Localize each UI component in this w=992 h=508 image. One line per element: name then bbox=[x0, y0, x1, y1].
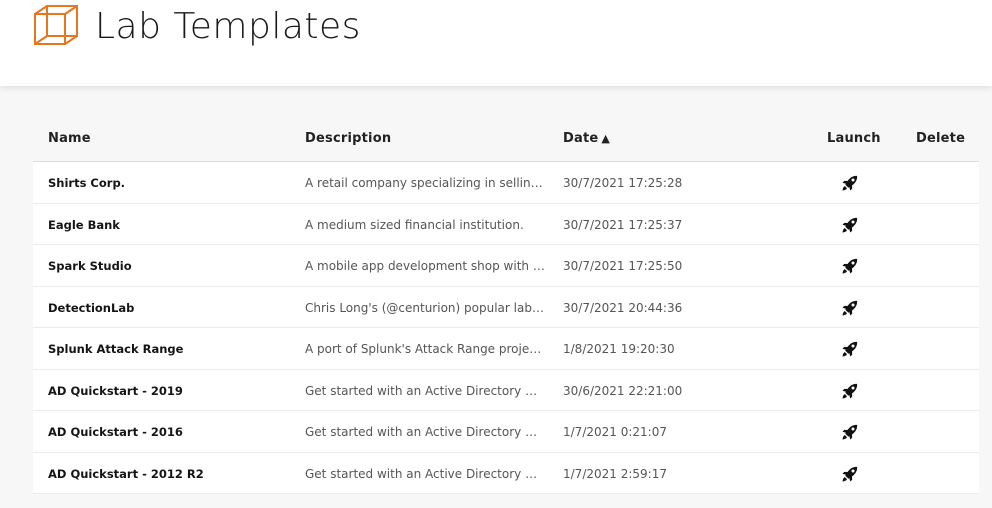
template-description: Chris Long's (@centurion) popular lab fo… bbox=[305, 300, 545, 315]
template-name[interactable]: DetectionLab bbox=[48, 301, 134, 315]
table-row: Shirts Corp. A retail company specializi… bbox=[33, 162, 979, 204]
rocket-icon[interactable] bbox=[841, 382, 859, 400]
rocket-icon[interactable] bbox=[841, 299, 859, 317]
page-header: Lab Templates bbox=[0, 0, 992, 86]
template-date: 30/7/2021 17:25:28 bbox=[563, 176, 683, 190]
column-header-description[interactable]: Description bbox=[305, 131, 391, 146]
rocket-icon[interactable] bbox=[841, 216, 859, 234]
table-row: AD Quickstart - 2019 Get started with an… bbox=[33, 369, 979, 411]
template-date: 30/7/2021 17:25:50 bbox=[563, 259, 683, 273]
template-name[interactable]: Splunk Attack Range bbox=[48, 342, 183, 356]
rocket-icon[interactable] bbox=[841, 423, 859, 441]
rocket-icon[interactable] bbox=[841, 340, 859, 358]
table-row: DetectionLab Chris Long's (@centurion) p… bbox=[33, 286, 979, 328]
template-description: Get started with an Active Directory Dom… bbox=[305, 383, 545, 398]
rocket-icon[interactable] bbox=[841, 174, 859, 192]
template-name[interactable]: AD Quickstart - 2019 bbox=[48, 384, 183, 398]
column-header-name[interactable]: Name bbox=[48, 131, 91, 146]
column-header-date-label: Date bbox=[563, 131, 599, 146]
table-header: Name Description Date ▲ Launch Delete bbox=[33, 118, 979, 162]
template-date: 1/7/2021 0:21:07 bbox=[563, 425, 667, 439]
column-header-date[interactable]: Date ▲ bbox=[563, 131, 610, 146]
column-header-delete: Delete bbox=[916, 131, 966, 146]
template-date: 1/7/2021 2:59:17 bbox=[563, 466, 667, 481]
column-header-launch: Launch bbox=[827, 131, 881, 146]
template-name[interactable]: AD Quickstart - 2016 bbox=[48, 425, 183, 439]
page-title: Lab Templates bbox=[95, 6, 361, 47]
template-name[interactable]: Shirts Corp. bbox=[48, 176, 125, 190]
template-description: A mobile app development shop with a sm.… bbox=[305, 259, 545, 273]
template-description: Get started with an Active Directory Dom… bbox=[305, 466, 545, 481]
table-row: Spark Studio A mobile app development sh… bbox=[33, 245, 979, 287]
template-description: A retail company specializing in selling… bbox=[305, 176, 545, 190]
rocket-icon[interactable] bbox=[841, 257, 859, 275]
template-description: Get started with an Active Directory Dom… bbox=[305, 425, 545, 439]
cube-outline-icon bbox=[34, 5, 78, 45]
template-description: A port of Splunk's Attack Range project … bbox=[305, 342, 545, 356]
template-name[interactable]: Spark Studio bbox=[48, 259, 132, 273]
table-row: Splunk Attack Range A port of Splunk's A… bbox=[33, 328, 979, 370]
rocket-icon[interactable] bbox=[841, 465, 859, 483]
sort-ascending-icon: ▲ bbox=[601, 132, 611, 145]
templates-table: Name Description Date ▲ Launch Delete Shi… bbox=[33, 118, 979, 494]
template-name[interactable]: Eagle Bank bbox=[48, 218, 120, 232]
template-date: 30/7/2021 17:25:37 bbox=[563, 217, 683, 232]
table-row: AD Quickstart - 2016 Get started with an… bbox=[33, 411, 979, 453]
template-date: 30/6/2021 22:21:00 bbox=[563, 383, 683, 398]
template-date: 1/8/2021 19:20:30 bbox=[563, 342, 675, 356]
table-row: AD Quickstart - 2012 R2 Get started with… bbox=[33, 452, 979, 494]
table-body: Shirts Corp. A retail company specializi… bbox=[33, 162, 979, 494]
table-row: Eagle Bank A medium sized financial inst… bbox=[33, 203, 979, 245]
template-date: 30/7/2021 20:44:36 bbox=[563, 300, 683, 315]
template-name[interactable]: AD Quickstart - 2012 R2 bbox=[48, 467, 204, 481]
template-description: A medium sized financial institution. bbox=[305, 217, 524, 232]
